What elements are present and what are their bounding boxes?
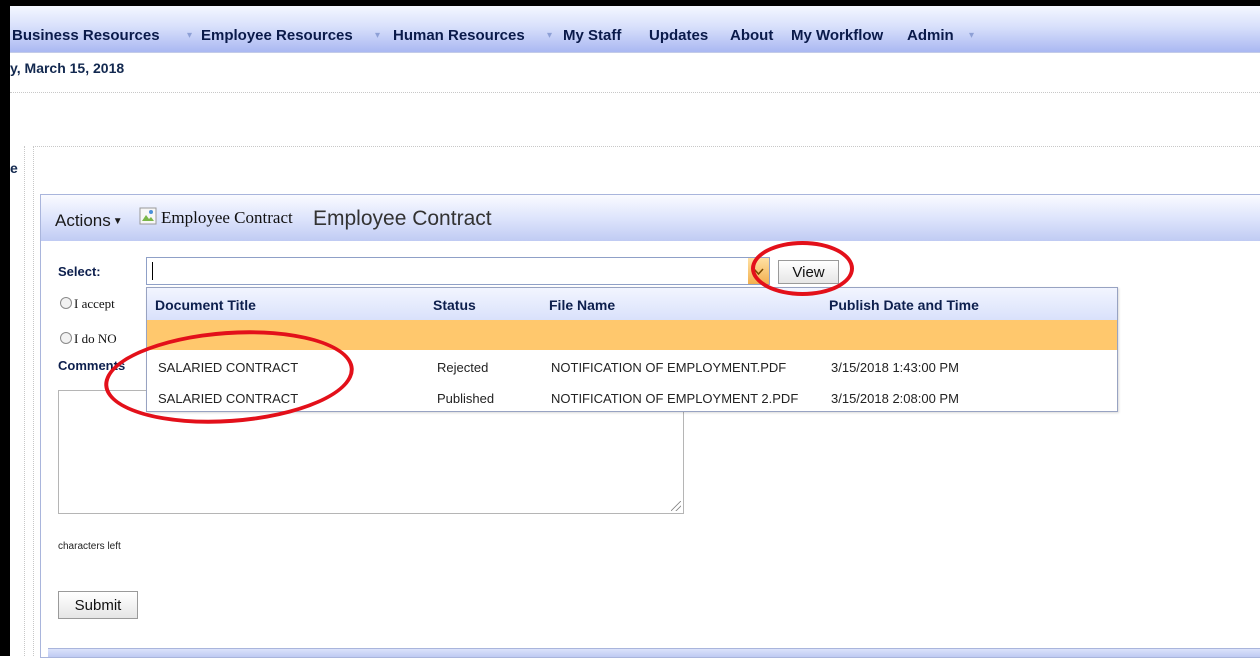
divider bbox=[10, 92, 1260, 93]
image-alt-text: Employee Contract bbox=[161, 208, 293, 227]
nav-separator-icon: ▾ bbox=[969, 30, 975, 41]
column-header-document-title: Document Title bbox=[155, 297, 256, 313]
text-cursor bbox=[152, 262, 153, 280]
row-status: Rejected bbox=[437, 360, 489, 375]
current-date: y, March 15, 2018 bbox=[10, 60, 125, 76]
row-publish-date: 3/15/2018 1:43:00 PM bbox=[831, 360, 959, 375]
decline-radio[interactable] bbox=[60, 332, 72, 344]
row-file-name: NOTIFICATION OF EMPLOYMENT 2.PDF bbox=[551, 391, 799, 406]
caret-down-icon: ▼ bbox=[112, 216, 123, 228]
panel-title: Employee Contract bbox=[313, 207, 492, 230]
accept-radio[interactable] bbox=[60, 297, 72, 309]
top-nav-bar: Business Resources ▾ Employee Resources … bbox=[10, 6, 1260, 53]
resize-grip-icon[interactable] bbox=[671, 501, 681, 511]
divider bbox=[24, 146, 25, 656]
select-label: Select: bbox=[58, 264, 101, 279]
nav-separator-icon: ▾ bbox=[547, 30, 553, 41]
screenshot-frame: Business Resources ▾ Employee Resources … bbox=[0, 0, 1260, 658]
decline-radio-label: I do NO bbox=[74, 331, 117, 346]
nav-updates[interactable]: Updates bbox=[649, 27, 708, 44]
dropdown-header-row: Document Title Status File Name Publish … bbox=[147, 288, 1117, 321]
panel-header: Actions ▼ Employee Contract Employee Cont… bbox=[41, 195, 1260, 241]
annotation-circle-view bbox=[751, 241, 854, 296]
row-publish-date: 3/15/2018 2:08:00 PM bbox=[831, 391, 959, 406]
column-header-file-name: File Name bbox=[549, 297, 616, 313]
nav-my-workflow[interactable]: My Workflow bbox=[791, 27, 883, 44]
divider bbox=[33, 146, 34, 656]
submit-button[interactable]: Submit bbox=[58, 591, 138, 619]
accept-radio-label: I accept bbox=[74, 296, 115, 311]
row-status: Published bbox=[437, 391, 495, 406]
nav-about[interactable]: About bbox=[730, 27, 773, 44]
row-file-name: NOTIFICATION OF EMPLOYMENT.PDF bbox=[551, 360, 787, 375]
characters-left-label: characters left bbox=[58, 541, 121, 552]
column-header-publish-date: Publish Date and Time bbox=[829, 297, 979, 313]
nav-separator-icon: ▾ bbox=[375, 30, 381, 41]
actions-label: Actions bbox=[55, 211, 111, 230]
nav-admin[interactable]: Admin bbox=[907, 27, 954, 44]
column-header-status: Status bbox=[433, 297, 476, 313]
window-border-left bbox=[0, 0, 10, 656]
nav-separator-icon: ▾ bbox=[187, 30, 193, 41]
side-text-fragment: e bbox=[10, 160, 18, 176]
document-select-input[interactable] bbox=[146, 257, 770, 285]
nav-business-resources[interactable]: Business Resources bbox=[12, 27, 160, 44]
nav-employee-resources[interactable]: Employee Resources bbox=[201, 27, 353, 44]
nav-my-staff[interactable]: My Staff bbox=[563, 27, 621, 44]
broken-image-icon bbox=[139, 207, 157, 225]
divider bbox=[33, 146, 1260, 147]
nav-human-resources[interactable]: Human Resources bbox=[393, 27, 525, 44]
actions-menu[interactable]: Actions ▼ bbox=[55, 211, 123, 231]
